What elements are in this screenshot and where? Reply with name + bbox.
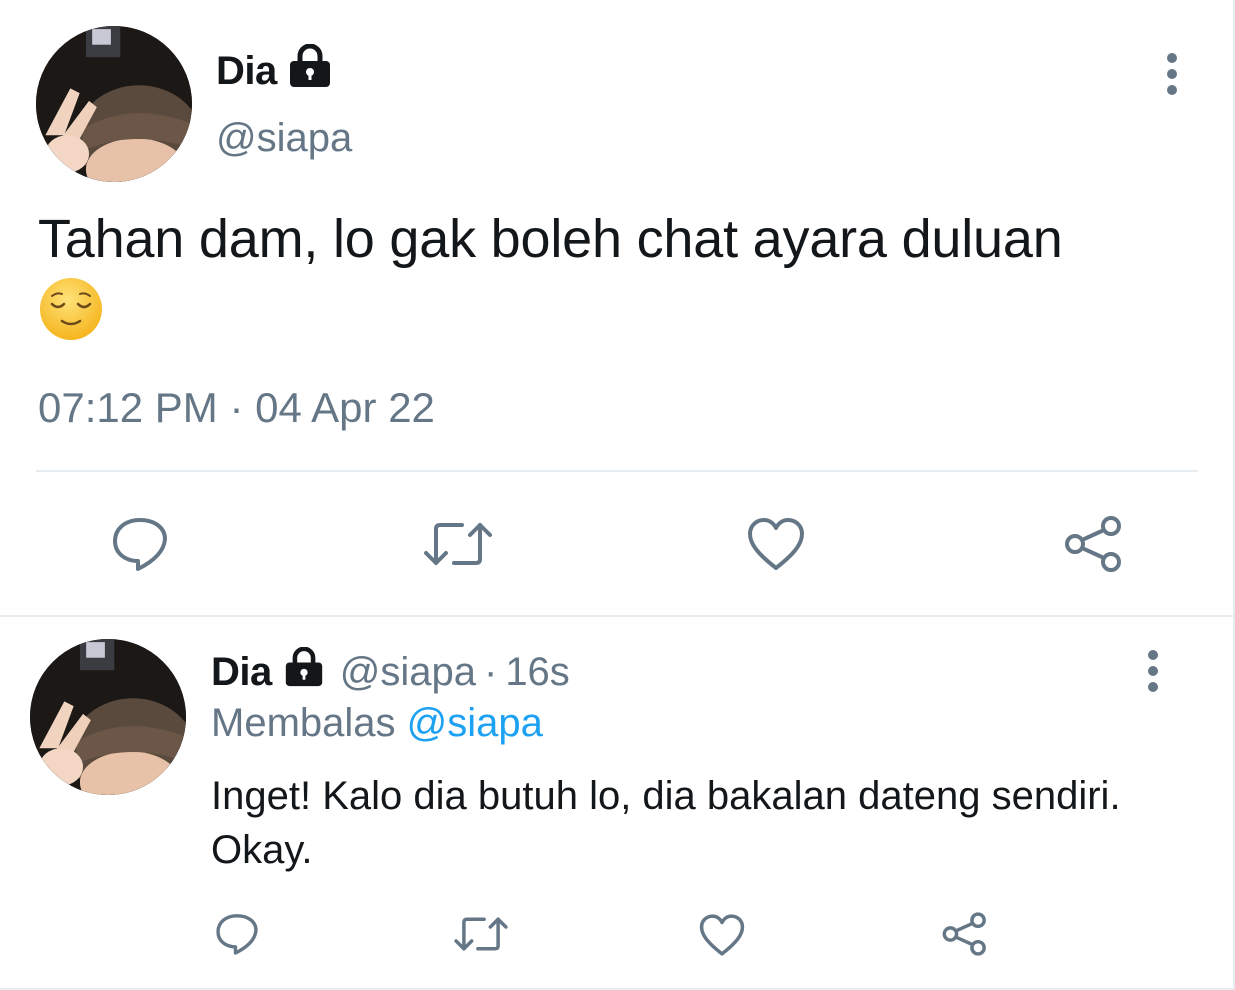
tweet-text: Tahan dam, lo gak boleh chat ayara dulua… [38,206,1208,342]
share-button[interactable] [940,909,990,959]
lock-icon [287,43,333,98]
share-icon [942,912,986,956]
more-vertical-icon[interactable] [1160,52,1184,100]
lock-icon [282,646,326,697]
tweet-time[interactable]: 16s [505,650,570,695]
tweet-timestamp[interactable]: 07:12 PM · 04 Apr 22 [38,384,435,432]
retweet-icon [424,523,492,565]
tweet-text-content: Tahan dam, lo gak boleh chat ayara dulua… [38,209,1063,269]
retweet-button[interactable] [422,516,494,572]
replying-to-link[interactable]: @siapa [407,701,543,745]
heart-icon [748,518,804,570]
reply-button[interactable] [212,909,262,959]
separator: · [483,649,498,694]
display-name-text: Dia [216,48,277,93]
avatar[interactable] [36,26,192,182]
avatar[interactable] [30,639,186,795]
tweet-text: Inget! Kalo dia butuh lo, dia bakalan da… [211,774,1121,872]
reply-header: Dia @siapa · 16s [211,646,570,697]
user-handle[interactable]: @siapa [340,650,476,695]
main-tweet: Dia @siapa Tahan dam, lo gak boleh chat … [0,0,1233,617]
relieved-face-icon [40,278,102,340]
divider [36,470,1198,472]
tweet-thread: Dia @siapa Tahan dam, lo gak boleh chat … [0,0,1235,990]
avatar-photo [30,639,186,795]
share-icon [1065,516,1121,572]
reply-tweet: Dia @siapa · 16s Membalas @siapa Inget! … [0,619,1233,990]
comment-icon [216,914,258,955]
reply-button[interactable] [108,514,172,574]
retweet-button[interactable] [452,911,510,957]
display-name[interactable]: Dia [216,43,333,98]
more-vertical-icon[interactable] [1141,649,1165,697]
display-name[interactable]: Dia [211,650,272,695]
heart-icon [699,914,745,956]
share-button[interactable] [1062,514,1126,574]
like-button[interactable] [696,911,748,959]
avatar-photo [36,26,192,182]
like-button[interactable] [744,514,808,574]
replying-to-label: Membalas [211,701,396,745]
user-handle[interactable]: @siapa [216,116,352,161]
retweet-icon [454,917,508,951]
comment-icon [113,518,167,571]
replying-to: Membalas @siapa [211,701,543,746]
